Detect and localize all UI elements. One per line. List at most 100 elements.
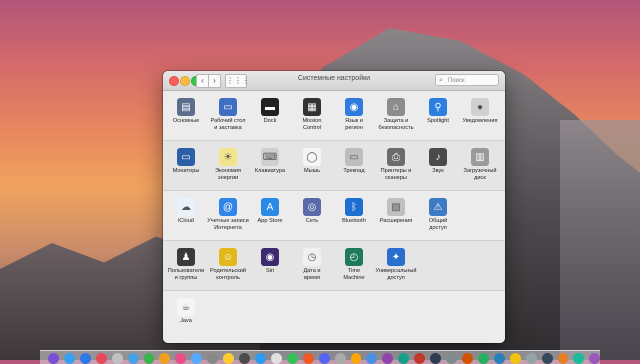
dock-app-icon[interactable]	[461, 353, 473, 364]
pane-notifications[interactable]: ● Уведомления	[459, 98, 501, 125]
pane-sharing[interactable]: ⚠ Общий доступ	[417, 198, 459, 231]
parental-controls-icon: ☺	[219, 248, 237, 266]
pane-spotlight[interactable]: ⚲ Spotlight	[417, 98, 459, 125]
pane-label: Dock	[263, 118, 277, 124]
displays-icon: ▭	[177, 148, 195, 166]
dock-app-icon[interactable]	[79, 353, 91, 364]
pane-label: Принтеры и сканеры	[380, 168, 412, 181]
sound-icon: ♪	[429, 148, 447, 166]
pane-dock[interactable]: ▬ Dock	[249, 98, 291, 125]
dock-app-icon[interactable]	[95, 353, 107, 364]
pane-extensions[interactable]: ▧ Расширения	[375, 198, 417, 225]
dock-app-icon[interactable]	[191, 353, 203, 364]
dock-app-icon[interactable]	[589, 353, 601, 364]
pane-language[interactable]: ◉ Язык и регион	[333, 98, 375, 131]
pane-printers[interactable]: ⎙ Принтеры и сканеры	[375, 148, 417, 181]
printers-icon: ⎙	[387, 148, 405, 166]
pane-parental-controls[interactable]: ☺ Родительский контроль	[207, 248, 249, 281]
dock-app-icon[interactable]	[525, 353, 537, 364]
search-placeholder: Поиск	[448, 78, 465, 84]
dock-app-icon[interactable]	[302, 353, 314, 364]
pane-date-time[interactable]: ◷ Дата и время	[291, 248, 333, 281]
section-other: ☕ Java	[163, 291, 505, 343]
pane-label: Мониторы	[172, 168, 200, 174]
keyboard-icon: ⌨	[261, 148, 279, 166]
pane-users-groups[interactable]: ♟ Пользователи и группы	[165, 248, 207, 281]
startup-disk-icon: ▥	[471, 148, 489, 166]
pane-icloud[interactable]: ☁ iCloud	[165, 198, 207, 225]
pane-label: Мышь	[303, 168, 321, 174]
dock-icon: ▬	[261, 98, 279, 116]
dock-app-icon[interactable]	[477, 353, 489, 364]
dock-app-icon[interactable]	[143, 353, 155, 364]
dock-app-icon[interactable]	[159, 353, 171, 364]
dock-app-icon[interactable]	[382, 353, 394, 364]
dock-app-icon[interactable]	[509, 353, 521, 364]
search-icon: ⌕	[439, 77, 443, 84]
pane-internet-accounts[interactable]: @ Учетные записи Интернета	[207, 198, 249, 231]
dock-app-icon[interactable]	[430, 353, 442, 364]
extensions-icon: ▧	[387, 198, 405, 216]
dock-app-icon[interactable]	[223, 353, 235, 364]
pane-sound[interactable]: ♪ Звук	[417, 148, 459, 175]
security-icon: ⌂	[387, 98, 405, 116]
dock-app-icon[interactable]	[350, 353, 362, 364]
dock-app-icon[interactable]	[239, 353, 250, 364]
mission-control-icon: ▦	[303, 98, 321, 116]
dock-app-icon[interactable]	[366, 353, 378, 364]
pane-keyboard[interactable]: ⌨ Клавиатура	[249, 148, 291, 175]
pane-mouse[interactable]: ◯ Мышь	[291, 148, 333, 175]
dock-app-icon[interactable]	[127, 353, 139, 364]
pane-java[interactable]: ☕ Java	[165, 298, 207, 325]
dock-app-icon[interactable]	[493, 353, 505, 364]
pane-trackpad[interactable]: ▭ Трекпад	[333, 148, 375, 175]
pane-security[interactable]: ⌂ Защита и безопасность	[375, 98, 417, 131]
spotlight-icon: ⚲	[429, 98, 447, 116]
dock-app-icon[interactable]	[207, 353, 219, 364]
dock-app-icon[interactable]	[334, 353, 346, 364]
dock-app-icon[interactable]	[318, 353, 330, 364]
pane-startup-disk[interactable]: ▥ Загрузочный диск	[459, 148, 501, 181]
pane-general[interactable]: ▤ Основные	[165, 98, 207, 125]
title-bar: ‹ › ⋮⋮⋮ Системные настройки ⌕ Поиск	[163, 71, 505, 91]
dock-app-icon[interactable]	[541, 353, 553, 364]
dock	[40, 350, 601, 364]
pane-app-store[interactable]: A App Store	[249, 198, 291, 225]
dock-app-icon[interactable]	[446, 353, 457, 364]
system-preferences-window: ‹ › ⋮⋮⋮ Системные настройки ⌕ Поиск ▤ Осн…	[163, 71, 505, 343]
dock-app-icon[interactable]	[398, 353, 410, 364]
siri-icon: ◉	[261, 248, 279, 266]
pane-displays[interactable]: ▭ Мониторы	[165, 148, 207, 175]
icloud-icon: ☁	[177, 198, 195, 216]
dock-app-icon[interactable]	[254, 353, 266, 364]
pane-bluetooth[interactable]: ᛒ Bluetooth	[333, 198, 375, 225]
dock-app-icon[interactable]	[63, 353, 75, 364]
notifications-icon: ●	[471, 98, 489, 116]
date-time-icon: ◷	[303, 248, 321, 266]
pane-label: Рабочий стол и заставка	[210, 118, 246, 131]
dock-app-icon[interactable]	[573, 353, 585, 364]
pane-network[interactable]: ◎ Сеть	[291, 198, 333, 225]
dock-app-icon[interactable]	[175, 353, 187, 364]
dock-app-icon[interactable]	[414, 353, 426, 364]
pane-time-machine[interactable]: ◴ Time Machine	[333, 248, 375, 281]
pane-desktop[interactable]: ▭ Рабочий стол и заставка	[207, 98, 249, 131]
section-personal: ▤ Основные ▭ Рабочий стол и заставка ▬ Dock ▦ M…	[163, 91, 505, 141]
pane-label: Уведомления	[462, 118, 498, 124]
dock-app-icon[interactable]	[557, 353, 569, 364]
pane-label: Звук	[432, 168, 444, 174]
dock-app-icon[interactable]	[111, 353, 123, 364]
section-internet: ☁ iCloud @ Учетные записи Интернета A App Sto…	[163, 191, 505, 241]
wallpaper-mountain-edge	[560, 120, 640, 360]
dock-app-icon[interactable]	[270, 353, 282, 364]
pane-energy-saver[interactable]: ☀ Экономия энергии	[207, 148, 249, 181]
dock-app-icon[interactable]	[286, 353, 298, 364]
pane-siri[interactable]: ◉ Siri	[249, 248, 291, 275]
pane-label: Клавиатура	[254, 168, 286, 174]
search-input[interactable]: ⌕ Поиск	[435, 74, 499, 86]
trackpad-icon: ▭	[345, 148, 363, 166]
pane-accessibility[interactable]: ✦ Универсальный доступ	[375, 248, 417, 281]
pane-mission-control[interactable]: ▦ Mission Control	[291, 98, 333, 131]
language-icon: ◉	[345, 98, 363, 116]
dock-app-icon[interactable]	[48, 353, 59, 364]
